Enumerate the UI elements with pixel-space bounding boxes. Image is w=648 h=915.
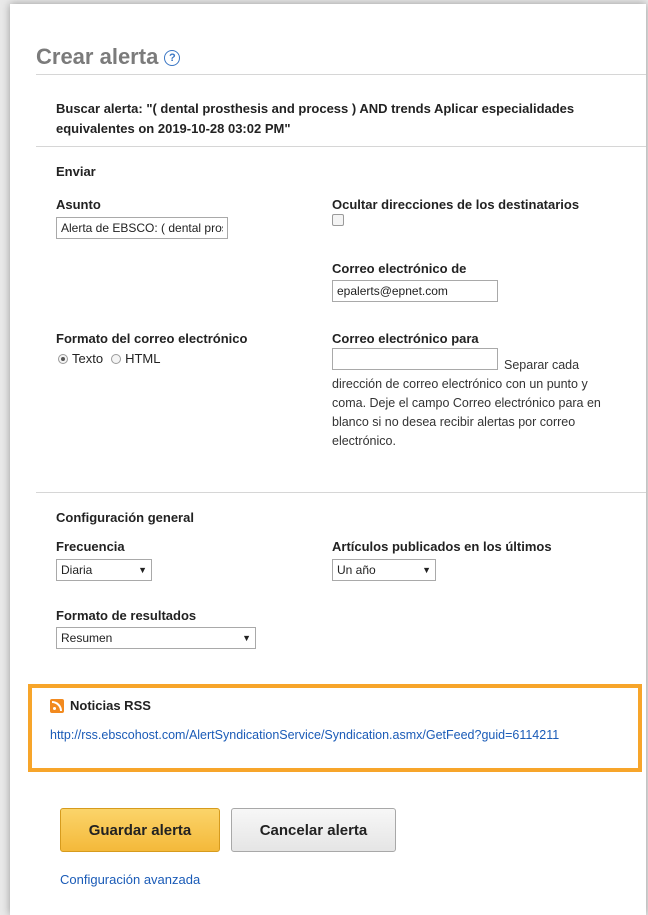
divider <box>36 74 646 75</box>
frequency-label: Frecuencia <box>56 539 125 554</box>
chevron-down-icon: ▼ <box>242 633 251 643</box>
page-title: Crear alerta? <box>36 44 181 70</box>
subject-input[interactable] <box>56 217 228 239</box>
help-icon[interactable]: ? <box>164 50 181 66</box>
to-email-help-first: Separar cada <box>504 358 580 372</box>
advanced-settings-link[interactable]: Configuración avanzada <box>60 872 200 887</box>
to-email-help-rest: dirección de correo electrónico con un p… <box>332 377 601 448</box>
rss-title: Noticias RSS <box>50 698 151 713</box>
email-format-options: Texto HTML <box>58 351 160 366</box>
general-section-title: Configuración general <box>56 510 194 525</box>
divider <box>36 492 646 493</box>
chevron-down-icon: ▼ <box>422 565 431 575</box>
alert-panel: Crear alerta? Buscar alerta: "( dental p… <box>10 4 646 915</box>
results-format-select[interactable]: Resumen ▼ <box>56 627 256 649</box>
to-email-label: Correo electrónico para <box>332 331 479 346</box>
rss-icon <box>50 698 64 713</box>
published-value: Un año <box>337 563 376 577</box>
published-label: Artículos publicados en los últimos <box>332 539 552 554</box>
rss-box: Noticias RSS http://rss.ebscohost.com/Al… <box>28 684 642 772</box>
save-alert-button[interactable]: Guardar alerta <box>60 808 220 852</box>
divider <box>36 146 646 147</box>
frequency-select[interactable]: Diaria ▼ <box>56 559 152 581</box>
from-email-input[interactable] <box>332 280 498 302</box>
results-format-label: Formato de resultados <box>56 608 197 623</box>
page-title-text: Crear alerta <box>36 44 159 69</box>
cancel-alert-button[interactable]: Cancelar alerta <box>231 808 396 852</box>
to-email-help: Separar cada dirección de correo electró… <box>332 356 614 451</box>
hide-recipients-label: Ocultar direcciones de los destinatarios <box>332 197 580 212</box>
send-section-title: Enviar <box>56 164 96 179</box>
search-summary: Buscar alerta: "( dental prosthesis and … <box>56 101 575 136</box>
format-html-radio[interactable] <box>111 353 122 364</box>
email-format-label: Formato del correo electrónico <box>56 331 248 346</box>
frequency-value: Diaria <box>61 563 93 577</box>
format-text-label: Texto <box>72 351 104 366</box>
chevron-down-icon: ▼ <box>138 565 147 575</box>
from-email-label: Correo electrónico de <box>332 261 467 276</box>
published-select[interactable]: Un año ▼ <box>332 559 436 581</box>
subject-label: Asunto <box>56 197 101 212</box>
format-html-label: HTML <box>125 351 161 366</box>
format-text-radio[interactable] <box>58 353 68 364</box>
hide-recipients-checkbox[interactable] <box>332 214 344 226</box>
rss-title-text: Noticias RSS <box>70 698 151 713</box>
rss-feed-link[interactable]: http://rss.ebscohost.com/AlertSyndicatio… <box>50 726 610 745</box>
results-format-value: Resumen <box>61 631 113 645</box>
